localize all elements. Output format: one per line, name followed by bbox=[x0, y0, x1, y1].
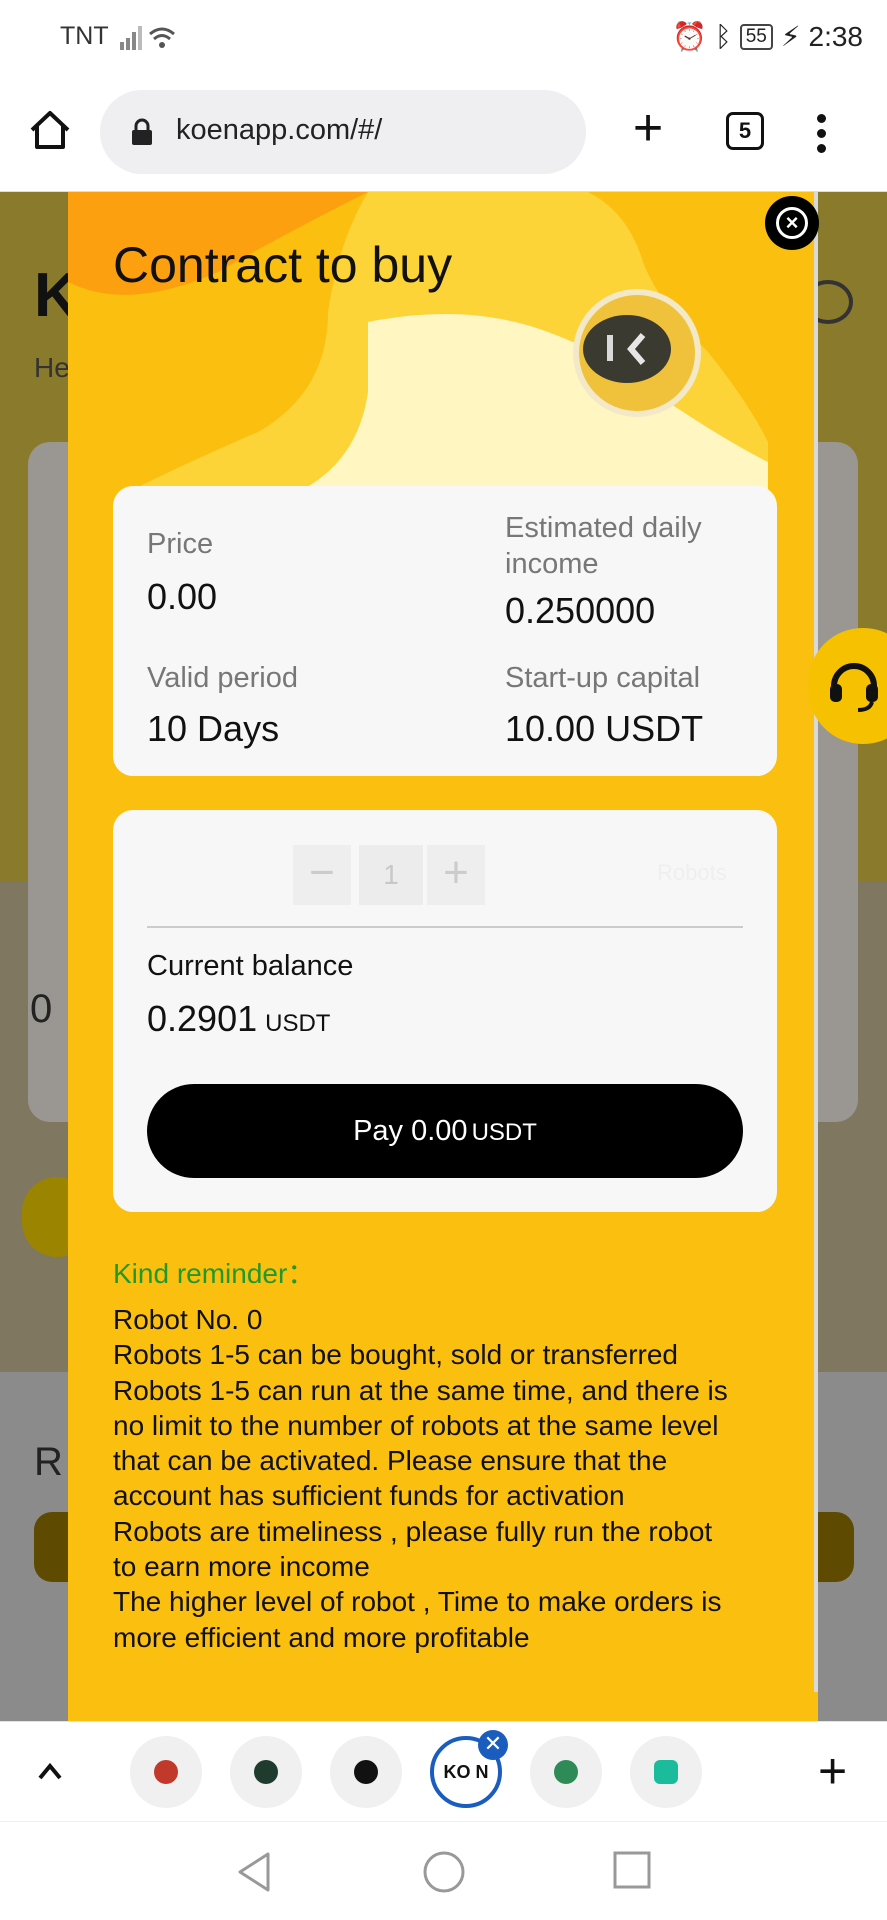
decrease-button[interactable]: − bbox=[293, 845, 351, 905]
new-tab-button[interactable]: + bbox=[624, 102, 672, 154]
increase-button[interactable]: + bbox=[427, 845, 485, 905]
contract-info-card: Price 0.00 Estimated daily income 0.2500… bbox=[113, 486, 777, 776]
balance-amount: 0.2901 bbox=[147, 998, 258, 1039]
close-tab-icon[interactable]: ✕ bbox=[478, 1730, 508, 1760]
alarm-icon: ⏰ bbox=[672, 21, 707, 52]
current-balance-label: Current balance bbox=[147, 950, 354, 982]
divider bbox=[147, 926, 743, 928]
battery-icon: 55 bbox=[739, 23, 773, 50]
system-nav-bar bbox=[0, 1821, 887, 1920]
add-tab-button[interactable]: + bbox=[818, 1742, 847, 1800]
tab-thumbnail[interactable] bbox=[230, 1736, 302, 1808]
tab-thumbnail[interactable] bbox=[530, 1736, 602, 1808]
price-label: Price bbox=[147, 528, 214, 560]
reminder-line: The higher level of robot , Time to make… bbox=[113, 1586, 722, 1618]
bolt-icon bbox=[254, 1760, 278, 1784]
url-text[interactable]: koenapp.com/#/ bbox=[176, 114, 382, 147]
modal-title: Contract to buy bbox=[113, 237, 453, 293]
quantity-stepper: − 1 + bbox=[293, 845, 491, 905]
tab-strip: KO N ✕ + bbox=[0, 1721, 887, 1821]
modal-scrollbar[interactable] bbox=[814, 192, 818, 1692]
reminder-line: Robots 1-5 can be bought, sold or transf… bbox=[113, 1339, 679, 1371]
daily-income-label: Estimated daily income bbox=[505, 512, 702, 580]
headset-icon bbox=[830, 663, 878, 712]
valid-period-label: Valid period bbox=[147, 662, 299, 694]
home-icon[interactable] bbox=[28, 108, 72, 152]
charging-icon: ⚡ bbox=[780, 21, 801, 52]
current-balance-value: 0.2901 USDT bbox=[147, 998, 330, 1040]
globe-icon bbox=[354, 1760, 378, 1784]
startup-capital-label: Start-up capital bbox=[505, 662, 701, 694]
robot-icon bbox=[573, 289, 701, 417]
reminder-line: Robot No. 0 bbox=[113, 1304, 263, 1335]
app-icon bbox=[654, 1760, 678, 1784]
faint-tag: Robots bbox=[657, 860, 727, 885]
quantity-input[interactable]: 1 bbox=[359, 845, 423, 905]
balance-unit: USDT bbox=[265, 1010, 331, 1037]
background-balance: 0 bbox=[30, 987, 53, 1031]
chevron-up-icon[interactable] bbox=[36, 1758, 64, 1786]
browser-toolbar: koenapp.com/#/ + 5 bbox=[0, 76, 887, 192]
pay-button[interactable]: Pay 0.00 USDT bbox=[147, 1084, 743, 1178]
pay-button-unit: USDT bbox=[471, 1119, 537, 1146]
tab-thumbnail[interactable] bbox=[130, 1736, 202, 1808]
startup-capital-value: 10.00 USDT bbox=[505, 708, 704, 749]
clock-time: 2:38 bbox=[808, 20, 864, 52]
close-button[interactable]: × bbox=[765, 196, 819, 250]
valid-period-value: 10 Days bbox=[147, 708, 280, 749]
signal-wifi-icon bbox=[120, 26, 175, 50]
reminder-line: Robots 1-5 can run at the same time, and… bbox=[113, 1374, 728, 1406]
recent-apps-icon[interactable] bbox=[612, 1850, 652, 1890]
status-right: ⏰ ᛒ 55 ⚡ 2:38 bbox=[672, 20, 863, 53]
background-section-title: R bbox=[34, 1440, 63, 1484]
reminder-line: account has sufficient funds for activat… bbox=[113, 1480, 625, 1512]
back-icon[interactable] bbox=[234, 1850, 274, 1894]
purchase-card: − 1 + Robots Current balance 0.2901 USDT … bbox=[113, 810, 777, 1212]
reminder-line: more efficient and more profitable bbox=[113, 1621, 530, 1653]
daily-income-value: 0.250000 bbox=[505, 590, 656, 631]
background-greeting: He bbox=[34, 352, 70, 383]
price-value: 0.00 bbox=[147, 576, 218, 617]
tab-active-label: KO N bbox=[443, 1762, 489, 1782]
triangle-icon bbox=[554, 1760, 578, 1784]
lock-icon bbox=[132, 118, 152, 145]
home-circle-icon[interactable] bbox=[422, 1850, 466, 1894]
tab-thumbnail[interactable] bbox=[630, 1736, 702, 1808]
address-bar[interactable]: koenapp.com/#/ bbox=[100, 90, 586, 174]
more-menu-icon[interactable] bbox=[815, 114, 827, 154]
tab-thumbnail[interactable] bbox=[330, 1736, 402, 1808]
reminder-text: Robot No. 0 Robots 1-5 can be bought, so… bbox=[113, 1302, 773, 1655]
reminder-line: no limit to the number of robots at the … bbox=[113, 1409, 719, 1441]
reminder-line: to earn more income bbox=[113, 1551, 370, 1583]
bluetooth-icon: ᛒ bbox=[714, 20, 732, 52]
status-bar: TNT ⏰ ᛒ 55 ⚡ 2:38 bbox=[0, 0, 887, 76]
close-icon: × bbox=[776, 207, 808, 239]
pay-button-label: Pay 0.00 bbox=[353, 1115, 468, 1147]
cube-icon bbox=[154, 1760, 178, 1784]
tab-switcher-button[interactable]: 5 bbox=[726, 112, 764, 150]
reminder-line: Robots are timeliness , please fully run… bbox=[113, 1515, 713, 1547]
reminder-line: that can be activated. Please ensure tha… bbox=[113, 1445, 668, 1477]
carrier-label: TNT bbox=[60, 22, 109, 50]
reminder-title: Kind reminder： bbox=[113, 1258, 316, 1289]
